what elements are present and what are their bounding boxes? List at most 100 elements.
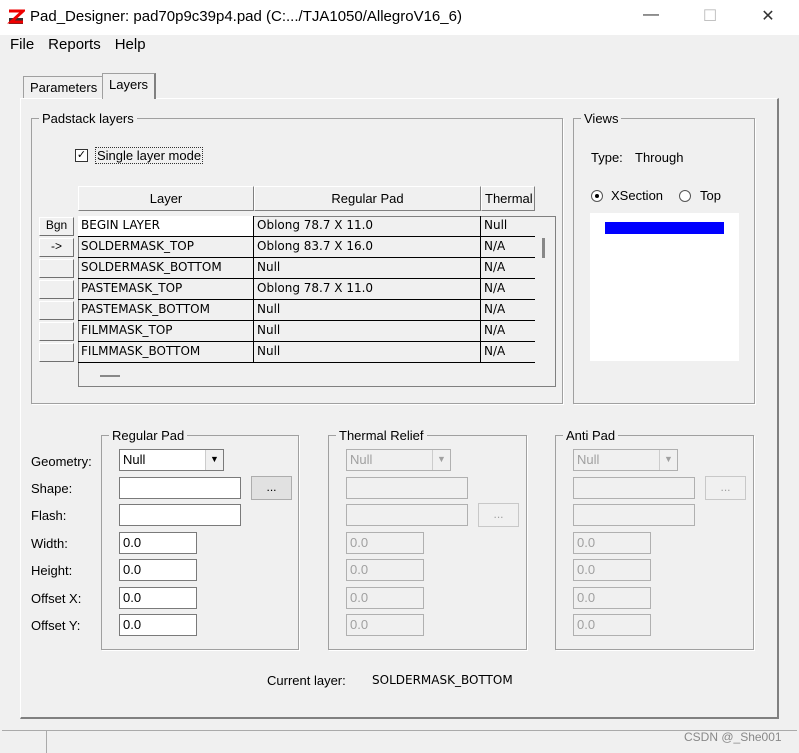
title-bar: Pad_Designer: pad70p9c39p4.pad (C:.../TJ…: [0, 0, 799, 35]
single-layer-label: Single layer mode: [95, 147, 204, 164]
close-button[interactable]: ✕: [753, 6, 783, 26]
thermal-width-input[interactable]: 0.0: [346, 532, 424, 554]
anti-height-input[interactable]: 0.0: [573, 559, 651, 581]
table-cell-regular-pad[interactable]: Null: [254, 321, 481, 342]
table-cell-thermal[interactable]: N/A: [481, 300, 535, 321]
thermal-group-title: Thermal Relief: [336, 428, 427, 443]
views-title: Views: [581, 111, 622, 126]
table-cell-regular-pad[interactable]: Null: [254, 300, 481, 321]
minimize-button[interactable]: —: [636, 6, 666, 24]
chevron-down-icon: ▼: [659, 450, 677, 470]
table-cell-thermal[interactable]: N/A: [481, 342, 535, 363]
table-cell-thermal[interactable]: N/A: [481, 258, 535, 279]
watermark: CSDN @_She001: [684, 730, 782, 744]
anti-width-input[interactable]: 0.0: [573, 532, 651, 554]
table-cell-regular-pad[interactable]: Null: [254, 342, 481, 363]
menu-file[interactable]: File: [10, 36, 34, 53]
geometry-value: Null: [123, 452, 146, 467]
field-label: Geometry:: [31, 454, 92, 469]
regular-geometry-select[interactable]: Null ▼: [119, 449, 224, 471]
maximize-button[interactable]: ☐: [695, 6, 725, 26]
anti-offy-input[interactable]: 0.0: [573, 614, 651, 636]
table-cell-regular-pad[interactable]: Oblong 83.7 X 16.0: [254, 237, 481, 258]
regular-group-title: Regular Pad: [109, 428, 188, 443]
row-select-button[interactable]: [39, 343, 74, 362]
top-label: Top: [700, 188, 721, 203]
column-header-thermal[interactable]: Thermal: [481, 186, 535, 211]
type-value: Through: [635, 150, 684, 165]
table-cell-layer[interactable]: PASTEMASK_BOTTOM: [78, 300, 254, 321]
field-label: Offset Y:: [31, 618, 81, 633]
regular-shape-input[interactable]: [119, 477, 241, 499]
pad-layer-bar: [605, 222, 724, 234]
row-select-button[interactable]: [39, 322, 74, 341]
regular-width-input[interactable]: 0.0: [119, 532, 197, 554]
menu-help[interactable]: Help: [115, 36, 146, 53]
geometry-value: Null: [350, 452, 373, 467]
chevron-down-icon: ▼: [205, 450, 223, 470]
table-cell-thermal[interactable]: Null: [481, 216, 535, 237]
thermal-flash-input[interactable]: [346, 504, 468, 526]
regular-shape-browse-button[interactable]: ...: [251, 476, 292, 500]
row-select-button[interactable]: Bgn: [39, 217, 74, 236]
table-cell-regular-pad[interactable]: Null: [254, 258, 481, 279]
row-select-button[interactable]: ->: [39, 238, 74, 257]
geometry-value: Null: [577, 452, 600, 467]
window-title: Pad_Designer: pad70p9c39p4.pad (C:.../TJ…: [30, 8, 462, 25]
xsection-view: [590, 213, 739, 361]
table-cell-layer[interactable]: SOLDERMASK_BOTTOM: [78, 258, 254, 279]
anti-flash-input[interactable]: [573, 504, 695, 526]
vertical-scrollbar[interactable]: [542, 238, 545, 258]
tab-parameters[interactable]: Parameters: [23, 76, 104, 99]
regular-flash-input[interactable]: [119, 504, 241, 526]
current-layer-value: SOLDERMASK_BOTTOM: [372, 673, 513, 687]
field-label: Height:: [31, 563, 73, 578]
field-label: Shape:: [31, 481, 73, 496]
table-cell-layer[interactable]: FILMMASK_TOP: [78, 321, 254, 342]
thermal-offx-input[interactable]: 0.0: [346, 587, 424, 609]
anti-geometry-select[interactable]: Null ▼: [573, 449, 678, 471]
menu-reports[interactable]: Reports: [48, 36, 101, 53]
anti-shape-input[interactable]: [573, 477, 695, 499]
horizontal-scrollbar[interactable]: [100, 375, 120, 377]
menu-bar: File Reports Help: [10, 36, 160, 53]
table-cell-regular-pad[interactable]: Oblong 78.7 X 11.0: [254, 279, 481, 300]
thermal-offy-input[interactable]: 0.0: [346, 614, 424, 636]
row-select-button[interactable]: [39, 301, 74, 320]
column-header-layer[interactable]: Layer: [78, 186, 254, 211]
table-cell-layer[interactable]: PASTEMASK_TOP: [78, 279, 254, 300]
table-cell-thermal[interactable]: N/A: [481, 321, 535, 342]
table-cell-thermal[interactable]: N/A: [481, 237, 535, 258]
current-layer-label: Current layer:: [267, 673, 346, 688]
table-cell-layer[interactable]: FILMMASK_BOTTOM: [78, 342, 254, 363]
type-label: Type:: [591, 150, 623, 165]
field-label: Width:: [31, 536, 68, 551]
table-cell-thermal[interactable]: N/A: [481, 279, 535, 300]
single-layer-checkbox[interactable]: ✓: [75, 149, 88, 162]
column-header-regular-pad[interactable]: Regular Pad: [254, 186, 481, 211]
table-cell-regular-pad[interactable]: Oblong 78.7 X 11.0: [254, 216, 481, 237]
thermal-shape-input[interactable]: [346, 477, 468, 499]
chevron-down-icon: ▼: [432, 450, 450, 470]
regular-offx-input[interactable]: 0.0: [119, 587, 197, 609]
table-cell-layer[interactable]: BEGIN LAYER: [78, 216, 254, 237]
tab-layers[interactable]: Layers: [102, 73, 157, 99]
thermal-shape-browse-button[interactable]: ...: [478, 503, 519, 527]
anti-offx-input[interactable]: 0.0: [573, 587, 651, 609]
row-select-button[interactable]: [39, 280, 74, 299]
thermal-geometry-select[interactable]: Null ▼: [346, 449, 451, 471]
table-cell-layer[interactable]: SOLDERMASK_TOP: [78, 237, 254, 258]
xsection-label: XSection: [611, 188, 664, 203]
regular-height-input[interactable]: 0.0: [119, 559, 197, 581]
anti-shape-browse-button[interactable]: ...: [705, 476, 746, 500]
xsection-radio[interactable]: [591, 190, 603, 202]
field-label: Offset X:: [31, 591, 82, 606]
padstack-layers-title: Padstack layers: [39, 111, 137, 126]
regular-offy-input[interactable]: 0.0: [119, 614, 197, 636]
field-label: Flash:: [31, 508, 67, 523]
thermal-height-input[interactable]: 0.0: [346, 559, 424, 581]
top-radio[interactable]: [679, 190, 691, 202]
app-icon: [7, 9, 25, 24]
status-bar: [2, 730, 797, 753]
row-select-button[interactable]: [39, 259, 74, 278]
